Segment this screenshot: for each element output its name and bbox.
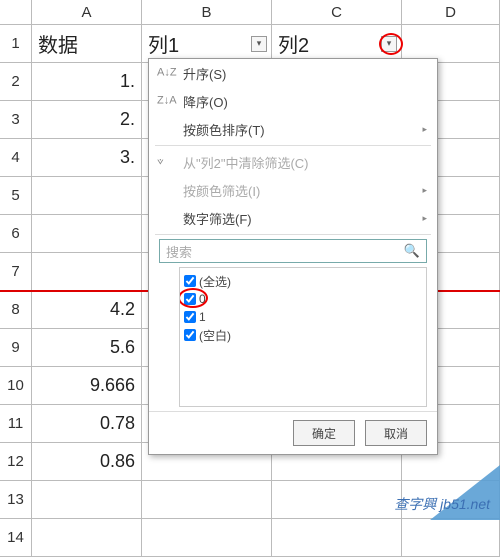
check-item-blank[interactable]: (空白) bbox=[184, 326, 422, 344]
submenu-arrow-icon: ▸ bbox=[422, 124, 427, 135]
col-header-D[interactable]: D bbox=[402, 0, 500, 24]
filter-dropdown-col2[interactable]: ▾ bbox=[381, 36, 397, 52]
filter-dropdown-col1[interactable]: ▾ bbox=[251, 36, 267, 52]
row-header-7[interactable]: 7 bbox=[0, 253, 32, 290]
row-header-9[interactable]: 9 bbox=[0, 329, 32, 366]
menu-separator bbox=[155, 234, 431, 235]
sort-asc-label: 升序(S) bbox=[183, 64, 226, 83]
cell-A6[interactable] bbox=[32, 215, 142, 252]
check-label-blank: (空白) bbox=[199, 327, 231, 344]
row-header-1[interactable]: 1 bbox=[0, 25, 32, 62]
cell-B13[interactable] bbox=[142, 481, 272, 518]
row-header-3[interactable]: 3 bbox=[0, 101, 32, 138]
cell-A14[interactable] bbox=[32, 519, 142, 556]
checkbox-blank[interactable] bbox=[184, 329, 196, 341]
corner-cell[interactable] bbox=[0, 0, 32, 24]
cell-A2[interactable]: 1. bbox=[32, 63, 142, 100]
search-input[interactable]: 搜索 🔍 bbox=[159, 239, 427, 263]
watermark: 查字興 jb51.net bbox=[394, 494, 490, 514]
number-filter-label: 数字筛选(F) bbox=[183, 209, 252, 228]
sort-asc-icon: A↓Z bbox=[157, 68, 177, 79]
row-header-14[interactable]: 14 bbox=[0, 519, 32, 556]
cell-A1[interactable]: 数据 bbox=[32, 25, 142, 62]
clear-filter-label: 从"列2"中清除筛选(C) bbox=[183, 153, 309, 172]
checkbox-zero[interactable] bbox=[184, 293, 196, 305]
check-label-all: (全选) bbox=[199, 273, 231, 290]
col-header-A[interactable]: A bbox=[32, 0, 142, 24]
row-header-4[interactable]: 4 bbox=[0, 139, 32, 176]
sort-descending[interactable]: Z↓A 降序(O) bbox=[149, 87, 437, 115]
number-filter[interactable]: 数字筛选(F) ▸ bbox=[149, 204, 437, 232]
row-header-12[interactable]: 12 bbox=[0, 443, 32, 480]
sort-ascending[interactable]: A↓Z 升序(S) bbox=[149, 59, 437, 87]
cell-A8[interactable]: 4.2 bbox=[32, 291, 142, 328]
row-header-11[interactable]: 11 bbox=[0, 405, 32, 442]
sort-by-color[interactable]: 按颜色排序(T) ▸ bbox=[149, 115, 437, 143]
check-item-all[interactable]: (全选) bbox=[184, 272, 422, 290]
cell-A10[interactable]: 9.666 bbox=[32, 367, 142, 404]
cell-A13[interactable] bbox=[32, 481, 142, 518]
row-header-10[interactable]: 10 bbox=[0, 367, 32, 404]
column-header-row: A B C D bbox=[0, 0, 500, 25]
search-icon: 🔍 bbox=[404, 243, 420, 259]
filter-menu: A↓Z 升序(S) Z↓A 降序(O) 按颜色排序(T) ▸ ⟇ 从"列2"中清… bbox=[148, 58, 438, 455]
funnel-icon: ⟇ bbox=[157, 157, 164, 168]
col-header-C[interactable]: C bbox=[272, 0, 402, 24]
header-col2-label: 列2 bbox=[278, 29, 309, 58]
cell-A5[interactable] bbox=[32, 177, 142, 214]
checkbox-one[interactable] bbox=[184, 311, 196, 323]
ok-button[interactable]: 确定 bbox=[293, 420, 355, 446]
check-item-one[interactable]: 1 bbox=[184, 308, 422, 326]
cell-D1[interactable] bbox=[402, 25, 500, 62]
cell-C13[interactable] bbox=[272, 481, 402, 518]
cell-C14[interactable] bbox=[272, 519, 402, 556]
cancel-button[interactable]: 取消 bbox=[365, 420, 427, 446]
row-header-13[interactable]: 13 bbox=[0, 481, 32, 518]
cell-B1[interactable]: 列1 ▾ bbox=[142, 25, 272, 62]
check-item-zero[interactable]: 0 bbox=[184, 290, 422, 308]
check-label-one: 1 bbox=[199, 310, 206, 324]
submenu-arrow-icon: ▸ bbox=[422, 185, 427, 196]
sort-color-label: 按颜色排序(T) bbox=[183, 120, 265, 139]
cell-A11[interactable]: 0.78 bbox=[32, 405, 142, 442]
filter-checklist: (全选) 0 1 (空白) bbox=[179, 267, 427, 407]
clear-filter: ⟇ 从"列2"中清除筛选(C) bbox=[149, 148, 437, 176]
filter-color-label: 按颜色筛选(I) bbox=[183, 181, 260, 200]
check-label-zero: 0 bbox=[199, 292, 206, 306]
cell-C1[interactable]: 列2 ▾ bbox=[272, 25, 402, 62]
filter-by-color: 按颜色筛选(I) ▸ bbox=[149, 176, 437, 204]
cell-A4[interactable]: 3. bbox=[32, 139, 142, 176]
menu-buttons: 确定 取消 bbox=[149, 411, 437, 454]
checkbox-all[interactable] bbox=[184, 275, 196, 287]
submenu-arrow-icon: ▸ bbox=[422, 213, 427, 224]
cell-A12[interactable]: 0.86 bbox=[32, 443, 142, 480]
sort-desc-label: 降序(O) bbox=[183, 92, 228, 111]
menu-separator bbox=[155, 145, 431, 146]
cell-D14[interactable] bbox=[402, 519, 500, 556]
cell-A3[interactable]: 2. bbox=[32, 101, 142, 138]
row-header-2[interactable]: 2 bbox=[0, 63, 32, 100]
sort-desc-icon: Z↓A bbox=[157, 96, 177, 107]
cell-A9[interactable]: 5.6 bbox=[32, 329, 142, 366]
row-header-6[interactable]: 6 bbox=[0, 215, 32, 252]
col-header-B[interactable]: B bbox=[142, 0, 272, 24]
search-placeholder: 搜索 bbox=[166, 242, 192, 261]
cell-B14[interactable] bbox=[142, 519, 272, 556]
row-header-5[interactable]: 5 bbox=[0, 177, 32, 214]
cell-A7[interactable] bbox=[32, 253, 142, 290]
header-col1-label: 列1 bbox=[148, 29, 179, 58]
row-header-8[interactable]: 8 bbox=[0, 291, 32, 328]
